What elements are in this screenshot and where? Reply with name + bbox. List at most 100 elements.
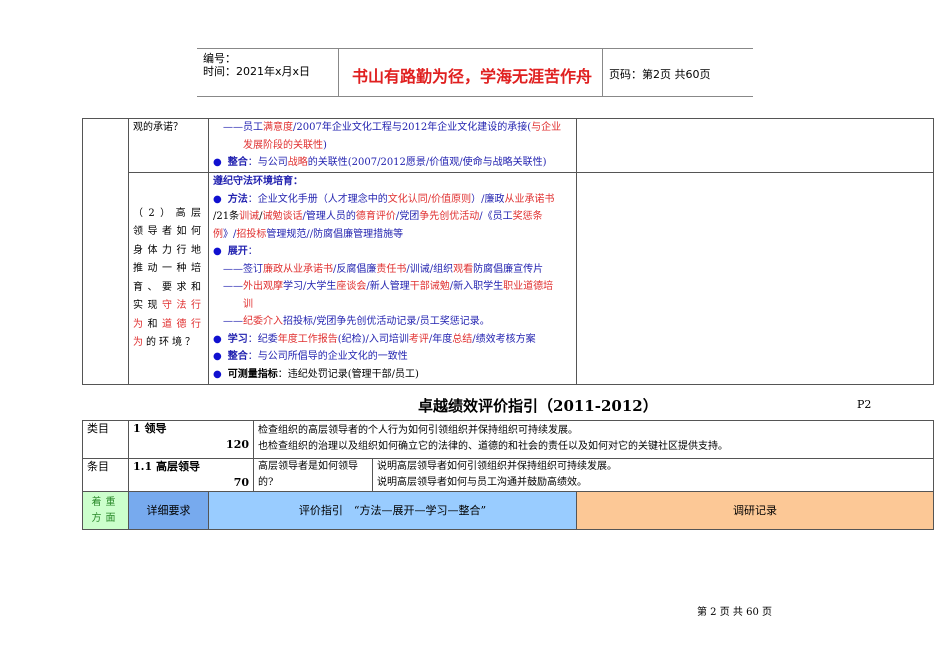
text-segment: 诫勉谈话 — [262, 211, 303, 222]
text-line: 发展阶段的关联性) — [213, 137, 572, 155]
text-segment: 年度工作报告 — [277, 333, 338, 345]
text-segment: 战略 — [287, 157, 308, 168]
text-segment: ）/廉政 — [471, 193, 505, 205]
detail-header: 详细要求 — [128, 491, 209, 530]
text-segment: 例 — [213, 228, 223, 240]
guide-cell: 遵纪守法环境培育： ● 方法：企业文化手册（人才理念中的文化认同/价值原则）/廉政从… — [208, 172, 577, 385]
bullet-line: ● 展开： — [213, 243, 572, 261]
text-segment: 发展阶段的关联性 — [243, 139, 323, 151]
table-row: 观的承诺？ ——员工满意度/2007年企业文化工程与2012年企业文化建设的承接… — [82, 118, 934, 385]
text-segment: /2007年企业文化工程与2012年企业文化建设的承接( — [293, 122, 532, 133]
category-row: 类目 1 领导 120 检查组织的高层领导者的个人行为如何引领组织并保持组织可持续… — [82, 420, 935, 459]
focus-label: 着重方面 — [82, 491, 129, 530]
record-cell — [576, 118, 934, 173]
text-segment: 考评 — [408, 333, 429, 345]
text-segment: ：与公司所倡导的企业文化的一致性 — [247, 351, 408, 362]
page-tag: P2 — [857, 398, 872, 411]
text-segment: 满意度 — [263, 122, 293, 133]
text-segment: /反腐倡廉 — [333, 263, 377, 275]
text-segment: /年度 — [428, 333, 453, 345]
text-line: ——外出观摩学习/大学生座谈会/新人管理干部诫勉/新入职学生职业道德培 — [213, 278, 572, 296]
item-label: 条目 — [82, 458, 129, 492]
text-segment: 遵纪守法环境培育： — [213, 176, 303, 187]
text-segment: 可测量指标 — [227, 368, 278, 380]
text-segment: /训诫/组织 — [406, 263, 454, 275]
text-line: 训 — [213, 296, 572, 314]
text-segment: 学习 — [227, 333, 248, 345]
text-segment: —— — [223, 281, 243, 292]
category-desc-line: 检查组织的高层领导者的个人行为如何引领组织并保持组织可持续发展。 — [258, 425, 579, 436]
text-segment: 招投标 — [236, 228, 267, 240]
text-segment: 训诫 — [239, 211, 260, 222]
item-desc-line: 说明高层领导者如何与员工沟通并鼓励高绩效。 — [377, 477, 588, 488]
record-cell — [576, 172, 934, 385]
bullet-line: ● 整合：与公司所倡导的企业文化的一致性 — [213, 348, 572, 366]
bullet-line: ● 方法：企业文化手册（人才理念中的文化认同/价值原则）/廉政从业承诺书 — [213, 191, 572, 209]
text-segment: 展开 — [227, 246, 248, 257]
text-line: 遵纪守法环境培育： — [213, 173, 572, 191]
category-label: 类目 — [82, 420, 129, 459]
text-segment: ： — [247, 246, 258, 257]
text-segment: /党团 — [395, 211, 420, 222]
bullet-icon: ● — [213, 193, 222, 205]
item-question: 高层领导者是如何领导的? — [253, 458, 374, 492]
text-segment: 》/ — [223, 228, 237, 240]
item-desc-cell: 说明高层领导者如何引领组织并保持组织可持续发展。 说明高层领导者如何与员工沟通并鼓… — [372, 458, 935, 492]
text-segment: /绩效考核方案 — [472, 333, 536, 345]
item-name-cell: 1.1 高层领导 70 — [127, 458, 255, 492]
text-segment: ——签订 — [223, 263, 263, 275]
text-segment: 学习/大学生 — [283, 281, 337, 292]
text-segment: 的环境？ — [146, 337, 198, 348]
text-segment: 方法 — [227, 193, 248, 205]
text-line: ——员工满意度/2007年企业文化工程与2012年企业文化建设的承接(与企业 — [213, 119, 572, 137]
text-segment: 纪委介入 — [243, 316, 283, 327]
bullet-line: ● 整合：与公司战略的关联性(2007/2012愿景/价值观/使命与战略关联性) — [213, 154, 572, 172]
text-line: /21条训诫/诫勉谈话/管理人员的德育评价/党团争先创优活动/《员工奖惩条 — [213, 208, 572, 226]
text-line: ——纪委介入招投标/党团争先创优活动记录/员工奖惩记录。 — [213, 313, 572, 331]
text-segment: ：违纪处罚记录(管理干部/员工) — [277, 368, 419, 380]
text-segment: 廉政从业承诺书 — [263, 263, 333, 275]
bullet-icon: ● — [213, 368, 222, 380]
document-page: 编号： 时间：2021年x月x日 书山有路勤为径，学海无涯苦作舟 页码：第2页 … — [0, 0, 950, 672]
empty-cell — [82, 118, 129, 385]
text-segment: ——员工 — [223, 122, 263, 133]
doc-date: 时间：2021年x月x日 — [203, 65, 311, 78]
text-segment: 德育评价 — [355, 211, 396, 222]
header-bottom-rule — [197, 96, 753, 97]
text-segment: /新入职学生 — [449, 281, 504, 292]
text-segment: /新人管理 — [366, 281, 410, 292]
text-segment: 从业承诺书 — [504, 193, 555, 205]
text-segment: 训 — [243, 298, 253, 310]
text-segment: /管理人员的 — [302, 211, 356, 222]
text-segment: ：纪委 — [247, 333, 278, 345]
table-row: （2）高层领导者如何身体力行地推动一种培育、要求和实现守法行为和道德行为的环境？… — [83, 172, 934, 385]
guide-cell: ——员工满意度/2007年企业文化工程与2012年企业文化建设的承接(与企业 发展… — [208, 118, 577, 173]
text-segment: (纪检)/入司培训 — [337, 333, 409, 345]
bullet-icon: ● — [213, 157, 222, 168]
item-desc-line: 说明高层领导者如何引领组织并保持组织可持续发展。 — [377, 461, 618, 472]
bullet-line: ● 学习：纪委年度工作报告(纪检)/入司培训考评/年度总结/绩效考核方案 — [213, 331, 572, 349]
category-name: 1 领导 — [133, 422, 167, 435]
text-segment: 责任书 — [376, 263, 407, 275]
text-segment: 的关联性(2007/2012愿景/价值观/使命与战略关联性) — [307, 157, 547, 168]
text-segment: 职业道德培 — [503, 281, 554, 292]
category-desc-line: 也检查组织的治理以及组织如何确立它的法律的、道德的和社会的责任以及如何对它的关键… — [258, 441, 729, 452]
text-segment: 观看 — [453, 263, 474, 275]
text-segment: ) — [323, 139, 327, 151]
text-segment: 奖惩条 — [512, 211, 543, 222]
question-text: 观的承诺？ — [133, 122, 183, 133]
page-footer: 第 2 页 共 60 页 — [697, 607, 772, 618]
text-segment: 争先创优活动 — [419, 211, 480, 222]
text-segment: 总结 — [452, 333, 473, 345]
text-segment: /21条 — [213, 211, 240, 222]
category-score: 120 — [226, 438, 250, 451]
text-segment: ：企业文化手册（人才理念中的 — [247, 193, 388, 205]
bullet-line: ● 可测量指标：违纪处罚记录(管理干部/员工) — [213, 366, 572, 384]
text-segment: 防腐倡廉宣传片 — [473, 263, 544, 275]
text-segment: /《员工 — [479, 211, 513, 222]
text-segment: 整合 — [227, 157, 248, 168]
header-motto: 书山有路勤为径，学海无涯苦作舟 — [352, 67, 593, 86]
record-header: 调研记录 — [576, 491, 935, 530]
text-segment: 外出观摩 — [243, 281, 283, 292]
category-name-cell: 1 领导 120 — [127, 420, 255, 459]
